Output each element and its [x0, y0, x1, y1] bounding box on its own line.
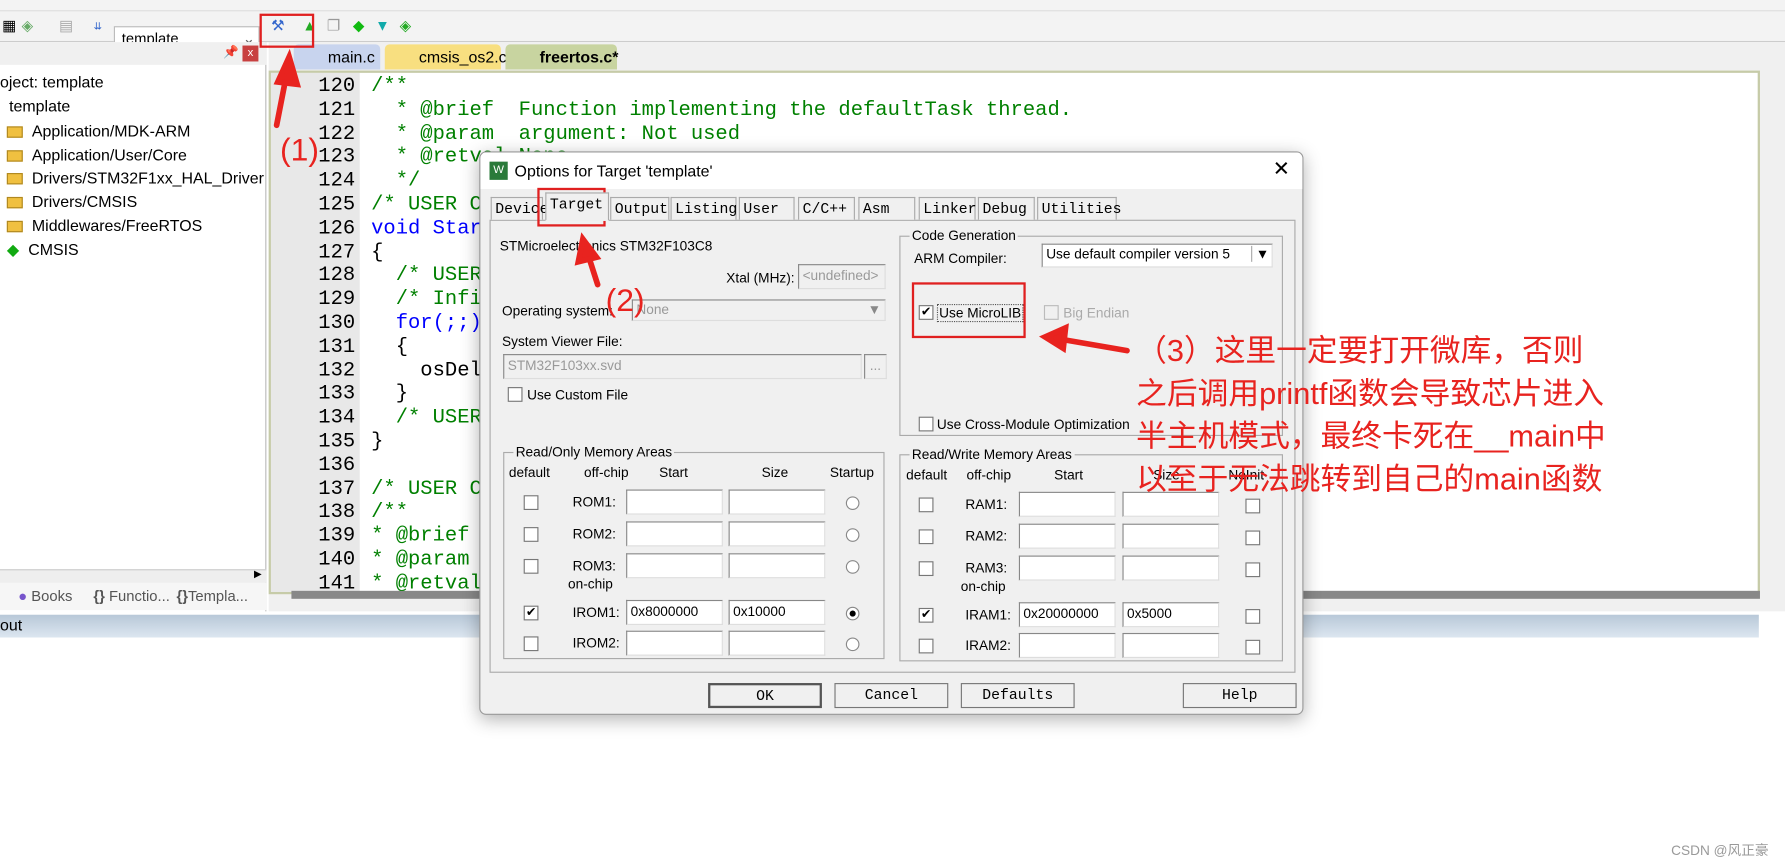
note-line: 之后调用printf函数会导致芯片进入 [1136, 376, 1605, 411]
watermark: CSDN @风正豪 [1671, 842, 1769, 859]
note-line: 半主机模式，最终卡死在__main中 [1136, 418, 1606, 454]
annotation-note: （3）这里一定要打开微库，否则 之后调用printf函数会导致芯片进入 半主机模… [1136, 330, 1606, 501]
note-line: 以至于无法跳转到自己的main函数 [1136, 461, 1603, 496]
arrow-1-head [273, 48, 302, 88]
annotation-step-2: (2) [605, 282, 645, 318]
note-line: （3）这里一定要打开微库，否则 [1136, 333, 1584, 368]
tab-target[interactable]: Target [545, 192, 610, 221]
arrow-2-head [574, 232, 602, 266]
annotation-step-1: (1) [280, 132, 320, 168]
arrow-3-head [1039, 323, 1069, 354]
arrow-3 [1058, 336, 1130, 354]
